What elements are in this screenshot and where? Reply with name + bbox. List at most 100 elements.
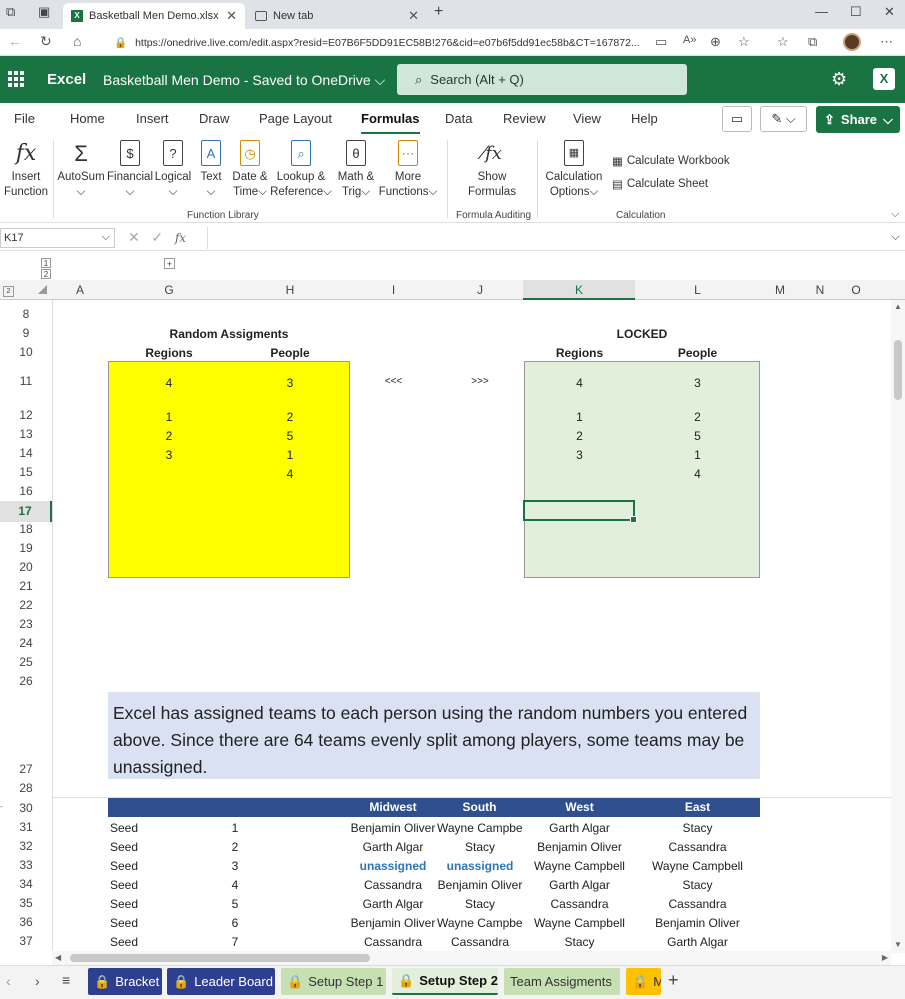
column-header-l[interactable]: L xyxy=(635,280,760,300)
excel-logo-icon[interactable]: X xyxy=(873,68,895,90)
row-header-20[interactable]: 20 xyxy=(0,560,52,579)
sheet-tab-bracket[interactable]: 🔒 Bracket xyxy=(88,968,162,995)
random-people-value[interactable]: 1 xyxy=(230,448,350,462)
row-header-33[interactable]: 33 xyxy=(0,858,52,877)
row-header-8[interactable]: 8 xyxy=(0,307,52,326)
random-region-value[interactable]: 3 xyxy=(108,448,230,462)
row-header-23[interactable]: 23 xyxy=(0,617,52,636)
avatar[interactable] xyxy=(843,33,861,51)
row-header-27[interactable]: 27 xyxy=(0,762,52,781)
home-icon[interactable]: ⌂ xyxy=(73,33,81,49)
sheet-tab-setup-step-2[interactable]: 🔒 Setup Step 2 xyxy=(392,968,498,995)
lookup-button[interactable]: ⌕ Lookup & Reference⌵ xyxy=(270,138,332,200)
more-functions-button[interactable]: ⋯ More Functions⌵ xyxy=(378,138,438,200)
app-launcher-icon[interactable] xyxy=(8,71,24,87)
browser-tab-newtab[interactable]: New tab ✕ xyxy=(247,3,427,29)
column-header-h[interactable]: H xyxy=(230,280,350,300)
row-header-18[interactable]: 18 xyxy=(0,522,52,541)
sheet-tab-m[interactable]: 🔒 M xyxy=(626,968,661,995)
outline-level-2[interactable]: 2 xyxy=(41,269,51,279)
row-header-17[interactable]: 17 xyxy=(0,501,52,522)
collections-icon[interactable]: ⧉ xyxy=(808,34,817,50)
insert-function-button[interactable]: fx Insert Function xyxy=(2,138,50,200)
sheet-next-icon[interactable]: › xyxy=(35,973,40,989)
calculate-workbook-button[interactable]: ▦ Calculate Workbook xyxy=(612,154,730,168)
add-sheet-button[interactable]: + xyxy=(668,970,679,991)
row-header-21[interactable]: 21 xyxy=(0,579,52,598)
column-header-a[interactable]: A xyxy=(52,280,108,300)
name-box[interactable]: K17 ⌵ xyxy=(0,228,115,248)
tab-formulas[interactable]: Formulas xyxy=(361,111,420,134)
tab-view[interactable]: View xyxy=(573,111,601,126)
row-header-26[interactable]: 26 xyxy=(0,674,52,693)
browser-tab-excel[interactable]: X Basketball Men Demo.xlsx - Micr ✕ xyxy=(63,3,245,29)
math-trig-button[interactable]: θ Math & Trig⌵ xyxy=(333,138,379,200)
sheet-tab-leader-board[interactable]: 🔒 Leader Board xyxy=(167,968,275,995)
show-formulas-button[interactable]: ⁄fx Show Formulas xyxy=(462,138,522,200)
row-header-30[interactable]: 30 xyxy=(0,801,52,820)
column-header-i[interactable]: I xyxy=(350,280,437,300)
random-people-value[interactable]: 2 xyxy=(230,410,350,424)
minimize-icon[interactable]: — xyxy=(815,4,828,19)
comments-button[interactable]: ▭ xyxy=(722,106,752,132)
row-header-15[interactable]: 15 xyxy=(0,465,52,484)
app-name[interactable]: Excel xyxy=(47,71,86,88)
row-header-22[interactable]: 22 xyxy=(0,598,52,617)
column-header-n[interactable]: N xyxy=(800,280,840,300)
logical-button[interactable]: ? Logical ⌵ xyxy=(153,138,193,200)
scroll-thumb[interactable] xyxy=(70,954,370,962)
scroll-left-icon[interactable]: ◀ xyxy=(55,953,61,962)
column-header-k[interactable]: K xyxy=(523,280,635,300)
zoom-icon[interactable]: ⊕ xyxy=(710,34,721,50)
random-people-value[interactable]: 5 xyxy=(230,429,350,443)
row-header-19[interactable]: 19 xyxy=(0,541,52,560)
cancel-icon[interactable]: ✕ xyxy=(128,229,140,245)
refresh-icon[interactable]: ↻ xyxy=(40,33,52,50)
column-header-o[interactable]: O xyxy=(840,280,872,300)
favorites-icon[interactable]: ☆ xyxy=(777,34,789,50)
scroll-down-icon[interactable]: ▼ xyxy=(894,940,902,949)
sheet-prev-icon[interactable]: ‹ xyxy=(6,973,11,989)
search-box[interactable]: ⌕ Search (Alt + Q) xyxy=(397,64,687,95)
outline-expand-button[interactable]: + xyxy=(164,258,175,269)
row-header-10[interactable]: 10 xyxy=(0,345,52,364)
tab-home[interactable]: Home xyxy=(70,111,105,126)
scroll-up-icon[interactable]: ▲ xyxy=(894,302,902,311)
fx-icon[interactable]: fx xyxy=(175,231,186,245)
row-header-28[interactable]: 28 xyxy=(0,781,52,800)
tab-review[interactable]: Review xyxy=(503,111,546,126)
scroll-right-icon[interactable]: ▶ xyxy=(882,953,888,962)
tab-actions-icon[interactable]: ▣ xyxy=(38,4,50,20)
column-header-m[interactable]: M xyxy=(760,280,800,300)
all-sheets-menu-icon[interactable]: ≡ xyxy=(62,972,70,988)
close-icon[interactable]: ✕ xyxy=(226,8,237,24)
app-icon[interactable]: ▭ xyxy=(655,34,667,50)
document-title[interactable]: Basketball Men Demo - Saved to OneDrive … xyxy=(103,72,385,89)
calculation-options-button[interactable]: ▦ Calculation Options⌵ xyxy=(542,138,606,200)
chevron-down-icon[interactable]: ⌵ xyxy=(891,208,899,221)
row-header-37[interactable]: 37 xyxy=(0,934,52,953)
row-header-11[interactable]: 11 xyxy=(0,374,52,393)
random-people-value[interactable]: 4 xyxy=(230,467,350,481)
autosum-button[interactable]: Σ AutoSum ⌵ xyxy=(57,138,105,200)
sheet-tab-team-assignments[interactable]: Team Assigments xyxy=(504,968,620,995)
tab-help[interactable]: Help xyxy=(631,111,658,126)
outline-level-corner[interactable]: 2 xyxy=(3,286,14,297)
row-header-31[interactable]: 31 xyxy=(0,820,52,839)
chevron-down-icon[interactable]: ⌵ xyxy=(891,229,900,244)
random-people-value[interactable]: 3 xyxy=(230,376,350,390)
random-region-value[interactable]: 1 xyxy=(108,410,230,424)
datetime-button[interactable]: ◷ Date & Time⌵ xyxy=(228,138,272,200)
random-region-value[interactable]: 4 xyxy=(108,376,230,390)
vertical-scrollbar[interactable]: ▲ ▼ xyxy=(891,300,905,953)
tab-file[interactable]: File xyxy=(14,111,35,126)
sheet-tab-setup-step-1[interactable]: 🔒 Setup Step 1 xyxy=(281,968,386,995)
scroll-thumb[interactable] xyxy=(894,340,902,400)
row-header-12[interactable]: 12 xyxy=(0,408,52,427)
url-field[interactable]: 🔒 https://onedrive.live.com/edit.aspx?re… xyxy=(104,32,670,53)
back-icon[interactable]: ← xyxy=(8,33,22,49)
workspaces-icon[interactable]: ⧉ xyxy=(6,4,15,20)
read-aloud-icon[interactable]: A» xyxy=(683,34,696,46)
outline-level-1[interactable]: 1 xyxy=(41,258,51,268)
favorite-add-icon[interactable]: ☆ xyxy=(738,34,750,50)
